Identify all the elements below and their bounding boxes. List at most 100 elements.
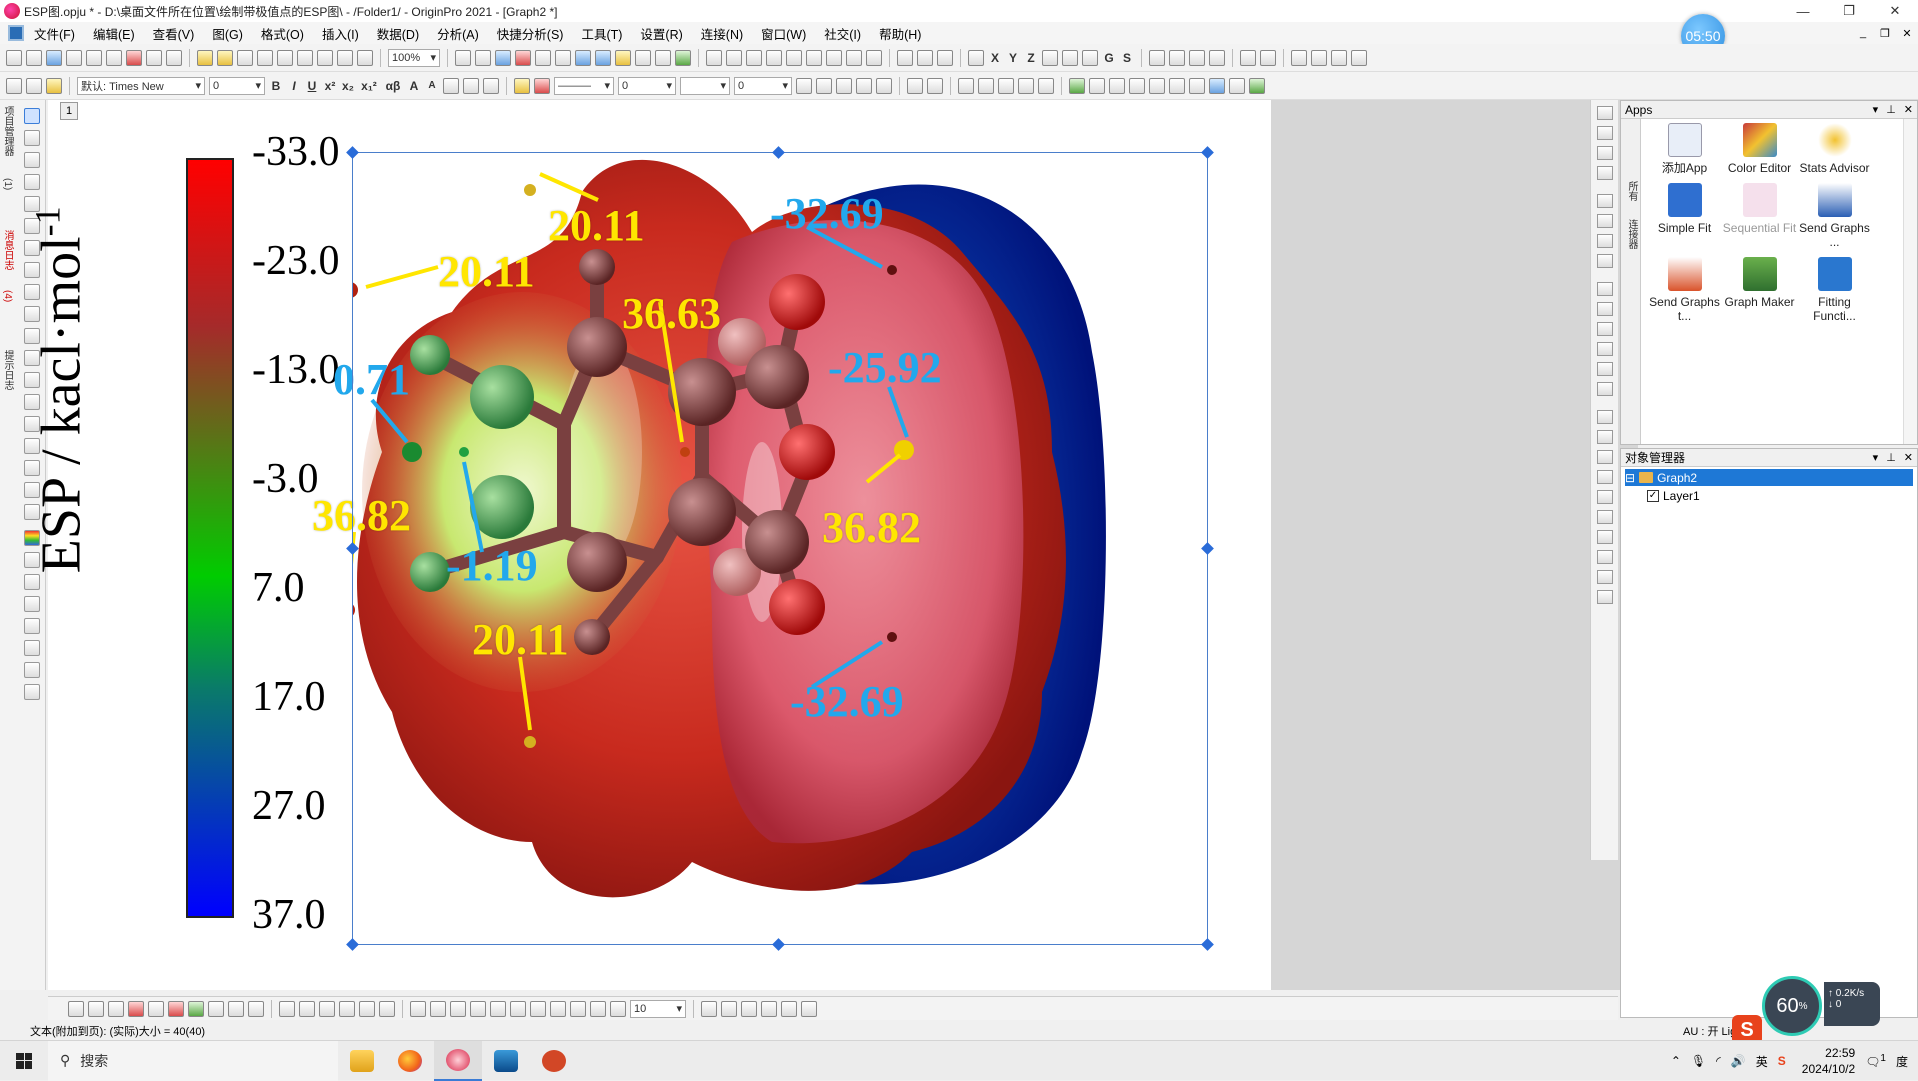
app-tile-fitting-function[interactable]: Fitting Functi... xyxy=(1797,257,1872,323)
rescale-strip-icon[interactable] xyxy=(1596,146,1613,160)
row-stats-icon[interactable] xyxy=(786,49,802,66)
panel-close-icon[interactable]: ✕ xyxy=(1904,451,1913,464)
project-manager-tab[interactable]: 项目管理器 xyxy=(1,106,13,156)
sum-icon[interactable] xyxy=(726,49,742,66)
align-right-strip-icon[interactable] xyxy=(1596,302,1613,316)
menu-graph[interactable]: 图(G) xyxy=(212,24,243,43)
new-excel-icon[interactable] xyxy=(146,49,162,66)
zoom-out-tool-icon[interactable] xyxy=(24,152,40,168)
bottom-tool-14-icon[interactable] xyxy=(741,1000,757,1017)
refresh-icon[interactable] xyxy=(475,49,491,66)
menu-quick-analysis[interactable]: 快捷分析(S) xyxy=(497,24,564,43)
move-down-icon[interactable] xyxy=(1260,49,1276,66)
distribute-h-icon[interactable] xyxy=(1596,530,1613,544)
fill-color-icon[interactable] xyxy=(514,77,530,94)
command-window-icon[interactable] xyxy=(555,49,571,66)
extract-icon[interactable] xyxy=(806,49,822,66)
column-stats-icon[interactable] xyxy=(766,49,782,66)
set-x-button[interactable]: X xyxy=(988,51,1002,65)
legend-icon[interactable] xyxy=(24,640,40,656)
app-tile-sequential-fit[interactable]: Sequential Fit xyxy=(1722,183,1797,249)
project-explorer-icon[interactable] xyxy=(575,49,591,66)
import-icon[interactable] xyxy=(277,49,293,66)
supsub-button[interactable]: x₁² xyxy=(359,79,379,93)
font-color-icon[interactable] xyxy=(483,77,499,94)
split-icon[interactable] xyxy=(1129,77,1145,94)
prev-icon[interactable] xyxy=(1169,49,1185,66)
bottom-tool-9-icon[interactable] xyxy=(570,1000,586,1017)
messages-log-tab[interactable]: 消息日志 xyxy=(1,230,13,270)
set-subject-button[interactable]: S xyxy=(1120,51,1134,65)
arrow-end-icon[interactable] xyxy=(1311,49,1327,66)
copy-icon[interactable] xyxy=(26,77,42,94)
remove-filter-icon[interactable] xyxy=(937,49,953,66)
distribute-icon[interactable] xyxy=(998,77,1014,94)
menu-connect[interactable]: 连接(N) xyxy=(701,24,743,43)
stack-icon[interactable] xyxy=(1169,77,1185,94)
ungroup-icon[interactable] xyxy=(1596,510,1613,524)
zoom-tool-icon[interactable] xyxy=(24,130,40,146)
tree-item-graph[interactable]: ⊟ Graph2 xyxy=(1625,469,1913,486)
align-left-strip-icon[interactable] xyxy=(1596,282,1613,296)
arrange-icon[interactable] xyxy=(1249,77,1265,94)
transpose-icon[interactable] xyxy=(1209,77,1225,94)
superscript-button[interactable]: x² xyxy=(323,79,337,93)
line-plot-icon[interactable] xyxy=(866,49,882,66)
add-layer-icon[interactable] xyxy=(706,49,722,66)
close-button[interactable]: ✕ xyxy=(1872,0,1918,22)
child-close-button[interactable]: ✕ xyxy=(1896,27,1918,40)
distribute-v-icon[interactable] xyxy=(1596,550,1613,564)
line-color-icon[interactable] xyxy=(534,77,550,94)
align-top-strip-icon[interactable] xyxy=(1596,322,1613,336)
align-bottom-strip-icon[interactable] xyxy=(1596,342,1613,356)
tray-expand-icon[interactable]: ⌃ xyxy=(1671,1054,1681,1068)
first-icon[interactable] xyxy=(1149,49,1165,66)
unstack-icon[interactable] xyxy=(1189,77,1205,94)
panel-close-icon[interactable]: ✕ xyxy=(1904,103,1913,116)
set-group-button[interactable]: G xyxy=(1102,51,1116,65)
font-combo[interactable]: 默认: Times New ▾ xyxy=(77,76,205,95)
greek-button[interactable]: αβ xyxy=(383,79,403,93)
bottom-tool-3-icon[interactable] xyxy=(450,1000,466,1017)
clear-filter-icon[interactable] xyxy=(917,49,933,66)
column-graph-icon[interactable] xyxy=(128,1000,144,1017)
template-icon[interactable] xyxy=(279,1000,295,1017)
worksheet-ops-icon[interactable] xyxy=(1069,77,1085,94)
maximize-button[interactable]: ❐ xyxy=(1826,0,1872,22)
row-ops-icon[interactable] xyxy=(1109,77,1125,94)
apps-tab-connectors[interactable]: 连接器 xyxy=(1625,219,1637,249)
app-tile-add-app[interactable]: 添加App xyxy=(1647,123,1722,175)
merge-icon[interactable] xyxy=(1149,77,1165,94)
app-tile-stats-advisor[interactable]: Stats Advisor xyxy=(1797,123,1872,175)
filter-icon[interactable] xyxy=(897,49,913,66)
align-bottom-icon[interactable] xyxy=(978,77,994,94)
layer-mgmt-icon[interactable] xyxy=(1596,106,1613,120)
effect-icon[interactable] xyxy=(876,77,892,94)
col-ops-icon[interactable] xyxy=(1089,77,1105,94)
results-log-icon[interactable] xyxy=(595,49,611,66)
menu-tools[interactable]: 工具(T) xyxy=(581,24,622,43)
bottom-tool-13-icon[interactable] xyxy=(721,1000,737,1017)
bottom-tool-15-icon[interactable] xyxy=(761,1000,777,1017)
plot-matrix-icon[interactable] xyxy=(379,1000,395,1017)
duplicate-icon[interactable] xyxy=(495,49,511,66)
menu-analysis[interactable]: 分析(A) xyxy=(437,24,479,43)
align-center-icon[interactable] xyxy=(463,77,479,94)
grid-icon[interactable] xyxy=(836,77,852,94)
set-xy-icon[interactable] xyxy=(968,49,984,66)
set-z-button[interactable]: Z xyxy=(1024,51,1038,65)
add-info-icon[interactable] xyxy=(24,596,40,612)
border-icon[interactable] xyxy=(816,77,832,94)
app-tile-color-editor[interactable]: Color Editor xyxy=(1722,123,1797,175)
paste-icon[interactable] xyxy=(46,77,62,94)
bottom-tool-6-icon[interactable] xyxy=(510,1000,526,1017)
layer-icon[interactable] xyxy=(856,77,872,94)
table-tool-icon[interactable] xyxy=(24,684,40,700)
scatter-icon[interactable] xyxy=(846,49,862,66)
microphone-icon[interactable]: 🎙 xyxy=(1691,1054,1706,1068)
input-language[interactable]: 英 xyxy=(1756,1053,1768,1070)
table-icon[interactable] xyxy=(927,77,943,94)
add-text-icon[interactable] xyxy=(535,49,551,66)
statistics-graph-icon[interactable] xyxy=(168,1000,184,1017)
file-explorer-app[interactable] xyxy=(338,1041,386,1081)
